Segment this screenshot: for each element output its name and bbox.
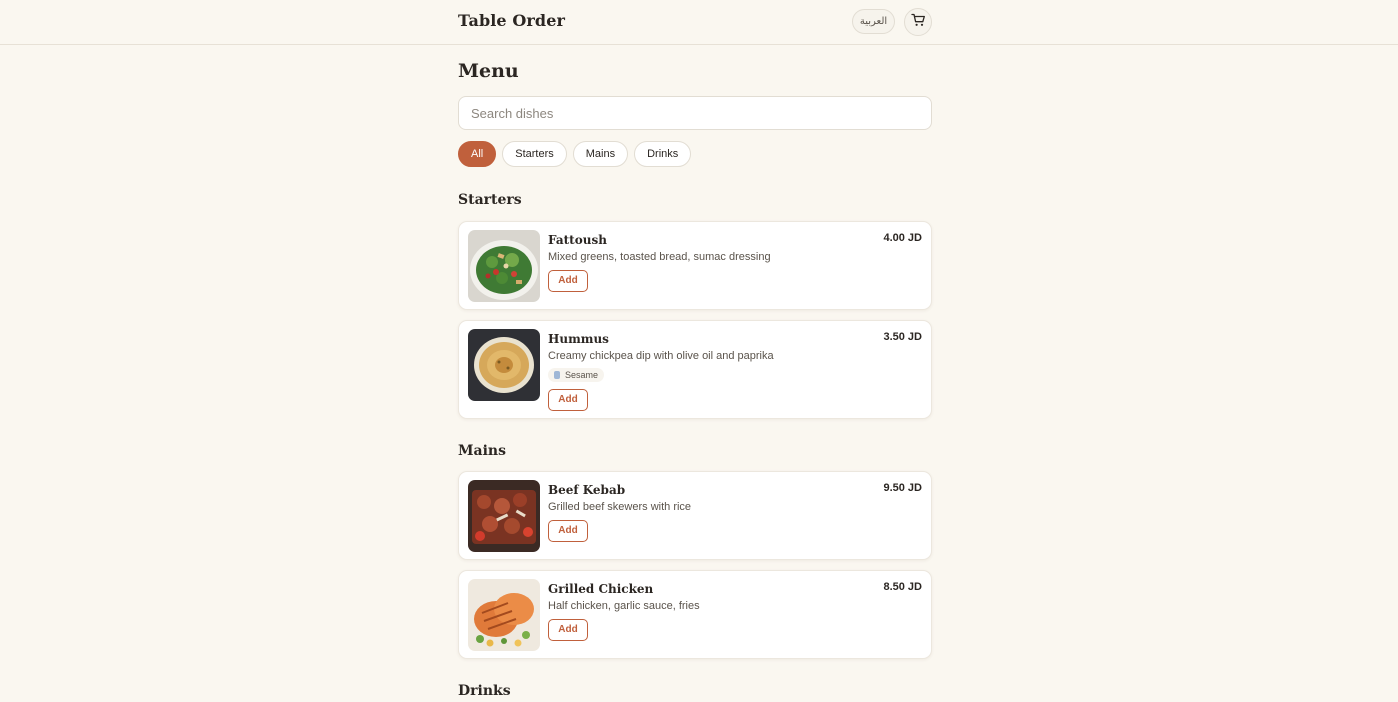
cart-button[interactable] xyxy=(904,8,932,36)
dish-name: Beef Kebab xyxy=(548,483,626,497)
dish-price: 4.00 JD xyxy=(883,232,922,244)
category-chip-mains[interactable]: Mains xyxy=(572,141,629,167)
dish-name: Fattoush xyxy=(548,233,607,247)
section-title-starters: Starters xyxy=(458,192,522,208)
dish-name: Grilled Chicken xyxy=(548,582,654,596)
category-chip-drinks[interactable]: Drinks xyxy=(634,141,692,167)
add-to-cart-button[interactable]: Add xyxy=(548,389,588,411)
fattoush-image xyxy=(468,230,540,302)
top-bar: Table Order العربية xyxy=(0,0,1398,45)
hummus-image xyxy=(468,329,540,401)
language-toggle-button[interactable]: العربية xyxy=(852,9,895,34)
brand-title: Table Order xyxy=(458,11,566,30)
menu-item-card: Grilled Chicken Half chicken, garlic sau… xyxy=(458,570,932,659)
add-to-cart-button[interactable]: Add xyxy=(548,520,588,542)
allergen-label: Sesame xyxy=(565,370,599,380)
section-title-drinks: Drinks xyxy=(458,683,511,699)
allergen-badge: Sesame xyxy=(548,368,605,382)
section-title-mains: Mains xyxy=(458,443,506,459)
sesame-icon xyxy=(554,371,560,379)
dish-name: Hummus xyxy=(548,332,609,346)
menu-item-card: Fattoush Mixed greens, toasted bread, su… xyxy=(458,221,932,310)
dish-description: Creamy chickpea dip with olive oil and p… xyxy=(548,350,774,362)
grilled-chicken-image xyxy=(468,579,540,651)
dish-description: Mixed greens, toasted bread, sumac dress… xyxy=(548,251,771,263)
menu-item-card: Hummus Creamy chickpea dip with olive oi… xyxy=(458,320,932,419)
category-filter: All Starters Mains Drinks xyxy=(458,141,692,167)
dish-price: 8.50 JD xyxy=(883,581,922,593)
beef-kebab-image xyxy=(468,480,540,552)
page-title: Menu xyxy=(458,60,519,82)
dish-price: 3.50 JD xyxy=(883,331,922,343)
category-chip-starters[interactable]: Starters xyxy=(502,141,567,167)
dish-price: 9.50 JD xyxy=(883,482,922,494)
category-chip-all[interactable]: All xyxy=(458,141,497,167)
add-to-cart-button[interactable]: Add xyxy=(548,270,588,292)
menu-item-card: Beef Kebab Grilled beef skewers with ric… xyxy=(458,471,932,560)
dish-description: Half chicken, garlic sauce, fries xyxy=(548,600,700,612)
add-to-cart-button[interactable]: Add xyxy=(548,619,588,641)
cart-icon xyxy=(910,13,926,32)
search-input[interactable] xyxy=(458,96,932,130)
dish-description: Grilled beef skewers with rice xyxy=(548,501,692,513)
